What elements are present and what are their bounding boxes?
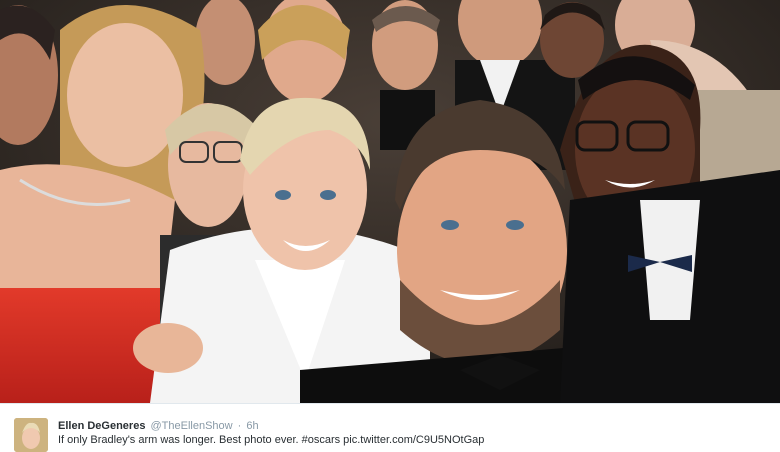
avatar-image <box>14 418 48 452</box>
tweet-header: Ellen DeGeneres @TheEllenShow · 6h <box>58 419 259 433</box>
group-selfie-image <box>0 0 780 403</box>
header-separator: · <box>237 420 242 432</box>
author-avatar[interactable] <box>14 418 48 452</box>
author-handle[interactable]: @TheEllenShow <box>151 420 233 432</box>
tweet-photo[interactable] <box>0 0 780 403</box>
tweet-timestamp[interactable]: 6h <box>246 420 258 432</box>
tweet-text: If only Bradley's arm was longer. Best p… <box>58 434 485 446</box>
tweet-bar: Ellen DeGeneres @TheEllenShow · 6h If on… <box>0 403 780 452</box>
author-name[interactable]: Ellen DeGeneres <box>58 420 145 432</box>
